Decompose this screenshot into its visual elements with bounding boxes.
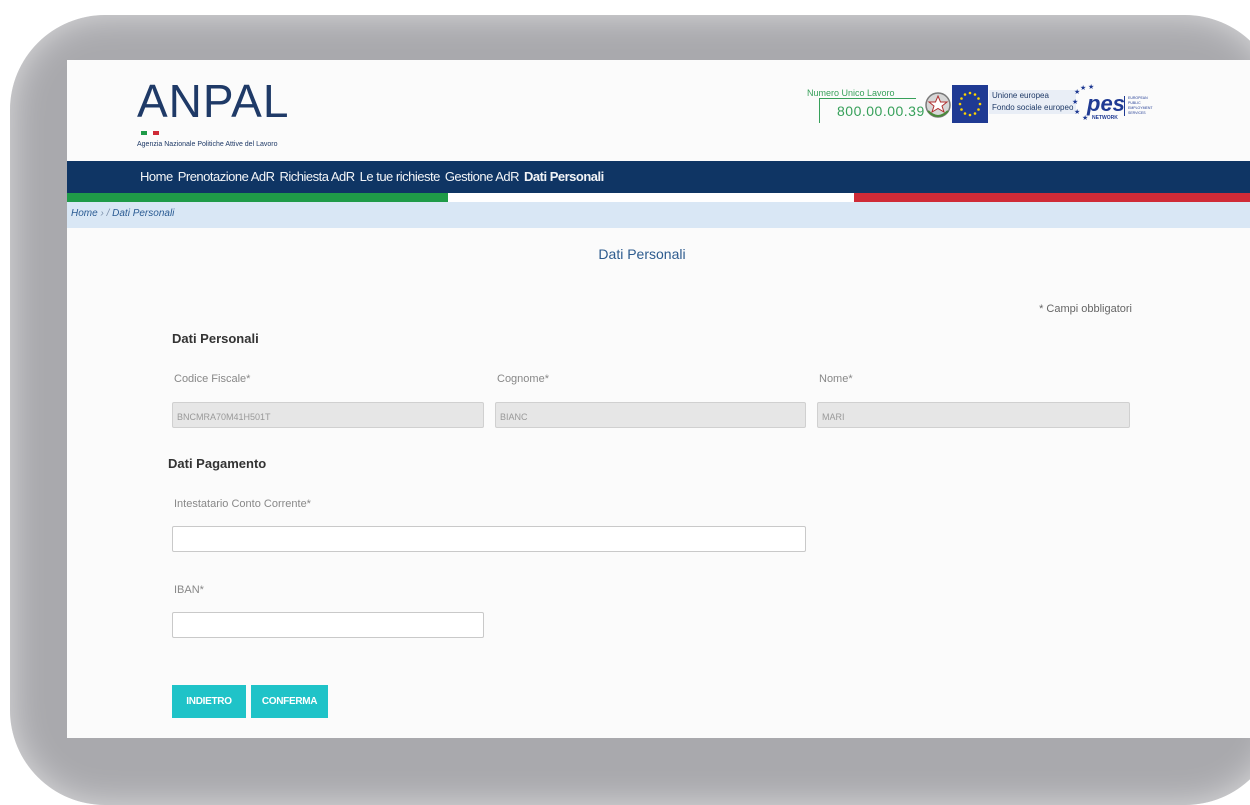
italian-flag-mark [141,131,159,135]
tricolor-white [448,193,854,202]
nav-item-prenotazione-adr[interactable]: Prenotazione AdR [178,169,275,184]
breadcrumb-trail: Home › / Dati Personali [71,208,174,219]
site-header: ANPAL Agenzia Nazionale Politiche Attive… [67,60,1250,161]
back-button[interactable]: INDIETRO [172,685,246,718]
breadcrumb-home[interactable]: Home [71,208,98,219]
nav-item-dati-personali[interactable]: Dati Personali [524,169,604,184]
breadcrumb: Home › / Dati Personali [67,202,1250,228]
intestatario-input[interactable] [172,526,806,552]
cognome-label: Cognome* [497,373,549,385]
logo-text: ANPAL [137,75,290,127]
nome-label: Nome* [819,373,853,385]
pes-text: pes [1087,91,1125,116]
breadcrumb-separator: › / [100,208,110,219]
intestatario-label: Intestatario Conto Corrente* [174,498,311,510]
anpal-logo[interactable]: ANPAL Agenzia Nazionale Politiche Attive… [137,75,290,148]
confirm-button[interactable]: CONFERMA [251,685,328,718]
svg-text:★: ★ [1072,98,1078,106]
eu-line-1: Unione europea [992,91,1049,100]
iban-input[interactable] [172,612,484,638]
eu-flag-icon [952,85,988,123]
numero-label: Numero Unico Lavoro [807,88,895,98]
pes-network-text: NETWORK [1092,115,1118,121]
tricolor-bar [67,193,1250,202]
page-title: Dati Personali [598,246,686,262]
iban-label: IBAN* [174,584,204,596]
nav-item-home[interactable]: Home [140,169,173,184]
numero-unico-lavoro: Numero Unico Lavoro [807,88,895,98]
main-nav: Home Prenotazione AdR Richiesta AdR Le t… [67,161,1250,193]
tricolor-green [67,193,448,202]
nav-items: Home Prenotazione AdR Richiesta AdR Le t… [140,169,604,184]
eu-line-2: Fondo sociale europeo [992,103,1074,112]
required-fields-note: * Campi obbligatori [1039,303,1132,315]
section-title-dati-personali: Dati Personali [172,331,259,346]
cognome-field[interactable]: BIANC [495,402,806,428]
section-title-dati-pagamento: Dati Pagamento [168,456,267,471]
pes-small-text: EUROPEAN PUBLIC EMPLOYMENT SERVICES [1128,96,1153,115]
pes-network-logo: ★ ★ ★ ★ ★ ★ pes NETWORK EUROPEAN PUBLIC EMPLOY… [1070,84,1153,124]
nome-field[interactable]: MARI [817,402,1130,428]
eu-fund-label: Unione europea Fondo sociale europeo [989,90,1077,114]
nav-item-gestione-adr[interactable]: Gestione AdR [445,169,520,184]
nav-item-le-tue-richieste[interactable]: Le tue richieste [360,169,441,184]
svg-text:★: ★ [1074,108,1080,116]
nav-item-richiesta-adr[interactable]: Richiesta AdR [279,169,355,184]
codice-fiscale-label: Codice Fiscale* [174,373,251,385]
codice-fiscale-field[interactable]: BNCMRA70M41H501T [172,402,484,428]
tricolor-red [854,193,1250,202]
logo-subtitle: Agenzia Nazionale Politiche Attive del L… [137,141,278,148]
svg-text:★: ★ [1080,84,1086,92]
svg-text:★: ★ [1088,84,1094,91]
numero-value: 800.00.00.39 [837,103,925,119]
browser-viewport: ANPAL Agenzia Nazionale Politiche Attive… [67,60,1250,738]
italian-emblem-icon [925,92,951,118]
breadcrumb-current: Dati Personali [112,208,175,219]
